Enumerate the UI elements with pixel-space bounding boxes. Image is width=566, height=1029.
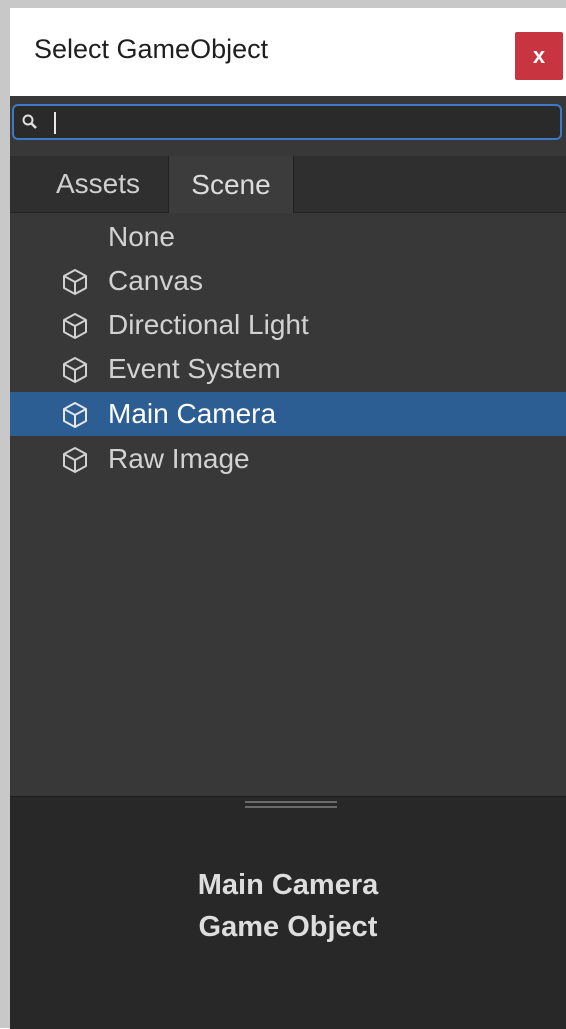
window-title: Select GameObject — [34, 34, 269, 64]
list-item-raw-image[interactable]: Raw Image — [10, 437, 566, 481]
preview-area: Main Camera Game Object — [10, 796, 566, 1029]
cube-icon — [63, 313, 87, 339]
picker-panel: Assets Scene None Canvas Directional Lig… — [10, 96, 566, 1029]
resize-handle[interactable] — [245, 801, 337, 809]
title-bar[interactable]: Select GameObject x — [10, 8, 566, 96]
list-item-main-camera[interactable]: Main Camera — [10, 392, 566, 436]
list-item-label: Event System — [108, 353, 281, 384]
tab-scene[interactable]: Scene — [168, 156, 294, 213]
cube-icon — [63, 357, 87, 383]
text-caret — [54, 112, 56, 134]
tab-assets[interactable]: Assets — [28, 156, 168, 212]
list-item-label: Raw Image — [108, 443, 250, 474]
tab-bar: Assets Scene — [10, 156, 566, 213]
list-item-label: Directional Light — [108, 309, 309, 340]
preview-object-type: Game Object — [198, 911, 378, 943]
cube-icon — [63, 447, 87, 473]
list-item-canvas[interactable]: Canvas — [10, 259, 566, 303]
list-item-label: Main Camera — [108, 398, 277, 429]
cube-icon — [63, 402, 87, 428]
cube-icon — [63, 269, 87, 295]
close-button[interactable]: x — [515, 32, 563, 80]
search-icon — [22, 114, 37, 129]
list-item-directional-light[interactable]: Directional Light — [10, 303, 566, 347]
list-item-label: Canvas — [108, 265, 203, 296]
preview-object-name: Main Camera — [197, 869, 379, 901]
object-list: None Canvas Directional Light Event Syst… — [10, 213, 566, 795]
search-input[interactable] — [12, 104, 562, 140]
object-picker-window: Select GameObject x Assets Scene None Ca… — [0, 0, 566, 1029]
list-item-event-system[interactable]: Event System — [10, 347, 566, 391]
list-item-label: None — [108, 221, 175, 252]
list-item-none[interactable]: None — [10, 215, 566, 259]
